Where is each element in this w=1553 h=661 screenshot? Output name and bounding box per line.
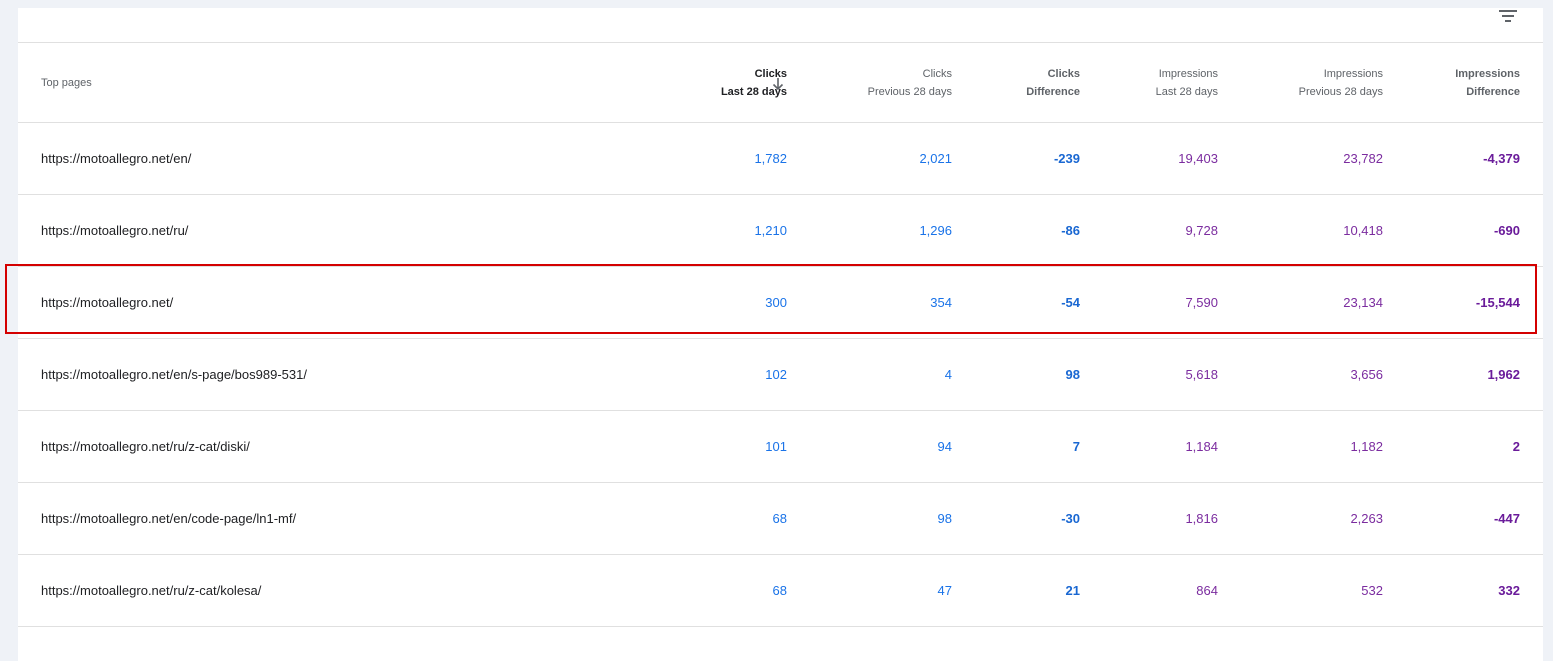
impressions-previous-value: 23,782 [1343,151,1383,166]
page-url[interactable]: https://motoallegro.net/ru/ [41,195,188,266]
clicks-difference-value: -239 [1053,151,1080,166]
page-url[interactable]: https://motoallegro.net/en/code-page/ln1… [41,483,296,554]
table-row[interactable]: https://motoallegro.net/en/code-page/ln1… [18,483,1543,555]
page-url[interactable]: https://motoallegro.net/ru/z-cat/kolesa/ [41,555,261,626]
clicks-previous-value: 1,296 [919,223,952,238]
clicks-difference-value: 98 [1065,367,1080,382]
clicks-difference-value: -30 [1061,511,1080,526]
impressions-previous-value: 3,656 [1350,367,1383,382]
column-header-clicks-difference[interactable]: Clicks Difference [1026,43,1080,122]
clicks-previous-value: 4 [944,367,952,382]
impressions-difference-value: -15,544 [1475,295,1520,310]
impressions-previous-value: 10,418 [1343,223,1383,238]
column-header-impressions-previous[interactable]: Impressions Previous 28 days [1299,43,1383,122]
impressions-previous-value: 2,263 [1350,511,1383,526]
column-header-top-pages[interactable]: Top pages [41,43,92,122]
impressions-last-value: 7,590 [1185,295,1218,310]
impressions-difference-value: 2 [1512,439,1520,454]
impressions-difference-value: 332 [1498,583,1520,598]
clicks-last-value: 1,210 [754,223,787,238]
table-header: Top pages Clicks Last 28 days Clicks Pre… [18,43,1543,123]
page-url[interactable]: https://motoallegro.net/ru/z-cat/diski/ [41,411,250,482]
impressions-last-value: 1,184 [1185,439,1218,454]
filter-icon[interactable] [1497,8,1519,24]
column-header-clicks-previous[interactable]: Clicks Previous 28 days [868,43,952,122]
column-header-impressions-last[interactable]: Impressions Last 28 days [1156,43,1218,122]
clicks-last-value: 68 [772,583,787,598]
table-row[interactable]: https://motoallegro.net/ru/z-cat/kolesa/… [18,555,1543,627]
page-url[interactable]: https://motoallegro.net/en/ [41,123,191,194]
table-row[interactable]: https://motoallegro.net/ru/z-cat/diski/ … [18,411,1543,483]
impressions-difference-value: -690 [1493,223,1520,238]
clicks-difference-value: 7 [1072,439,1080,454]
clicks-difference-value: 21 [1065,583,1080,598]
clicks-previous-value: 98 [937,511,952,526]
impressions-previous-value: 1,182 [1350,439,1383,454]
table-row[interactable]: https://motoallegro.net/en/s-page/bos989… [18,339,1543,411]
table-toolbar [18,8,1543,43]
table-row[interactable]: https://motoallegro.net/ru/ 1,210 1,296 … [18,195,1543,267]
clicks-difference-value: -86 [1061,223,1080,238]
column-header-clicks-last[interactable]: Clicks Last 28 days [721,43,787,122]
clicks-last-value: 101 [765,439,787,454]
clicks-last-value: 102 [765,367,787,382]
table-row[interactable]: https://motoallegro.net/en/ 1,782 2,021 … [18,123,1543,195]
impressions-difference-value: -4,379 [1483,151,1520,166]
page-url[interactable]: https://motoallegro.net/ [41,267,173,338]
top-pages-card: Top pages Clicks Last 28 days Clicks Pre… [18,8,1543,661]
clicks-last-value: 1,782 [754,151,787,166]
table-row[interactable]: https://motoallegro.net/ 300 354 -54 7,5… [18,267,1543,339]
clicks-previous-value: 354 [930,295,952,310]
impressions-difference-value: 1,962 [1487,367,1520,382]
impressions-previous-value: 23,134 [1343,295,1383,310]
clicks-previous-value: 94 [937,439,952,454]
impressions-previous-value: 532 [1361,583,1383,598]
column-header-impressions-difference[interactable]: Impressions Difference [1455,43,1520,122]
impressions-last-value: 1,816 [1185,511,1218,526]
impressions-difference-value: -447 [1493,511,1520,526]
clicks-last-value: 68 [772,511,787,526]
clicks-previous-value: 2,021 [919,151,952,166]
clicks-last-value: 300 [765,295,787,310]
impressions-last-value: 9,728 [1185,223,1218,238]
clicks-previous-value: 47 [937,583,952,598]
page-url[interactable]: https://motoallegro.net/en/s-page/bos989… [41,339,307,410]
impressions-last-value: 5,618 [1185,367,1218,382]
impressions-last-value: 19,403 [1178,151,1218,166]
clicks-difference-value: -54 [1061,295,1080,310]
impressions-last-value: 864 [1196,583,1218,598]
